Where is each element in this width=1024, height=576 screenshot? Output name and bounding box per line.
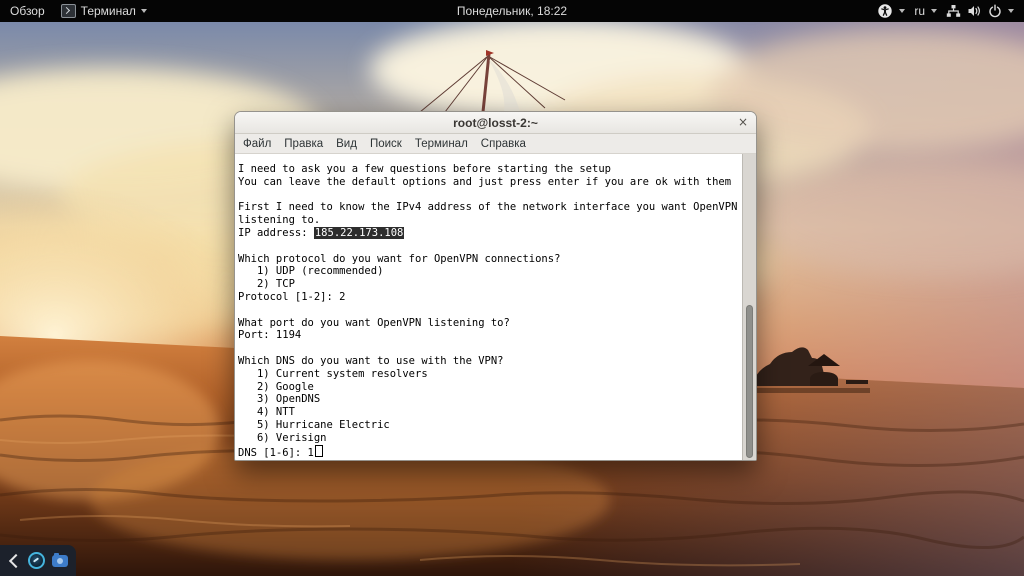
terminal-line: 6) Verisign [238,431,327,444]
selected-text: 185.22.173.108 [313,226,405,239]
menu-item[interactable]: Правка [284,138,323,150]
terminal-line: 5) Hurricane Electric [238,418,390,431]
volume-icon [967,4,982,18]
terminal-content[interactable]: I need to ask you a few questions before… [235,154,742,460]
terminal-line: What port do you want OpenVPN listening … [238,316,510,329]
accessibility-menu-button[interactable] [877,3,906,19]
bottom-dock [0,545,76,576]
power-icon [988,4,1002,18]
terminal-line: Which protocol do you want for OpenVPN c… [238,252,561,265]
terminal-line: Protocol [1-2]: 2 [238,290,346,303]
terminal-line: You can leave the default options and ju… [238,175,732,188]
terminal-line: Which DNS do you want to use with the VP… [238,354,504,367]
terminal-window: root@losst-2:~ × Файл Правка Вид Поиск Терми… [234,111,757,461]
terminal-line: First I need to know the IPv4 address of… [238,201,738,214]
clock-button[interactable]: Понедельник, 18:22 [457,4,567,18]
clock-label: Понедельник, 18:22 [456,4,568,18]
terminal-line: 1) Current system resolvers [238,367,428,380]
system-status-menu[interactable] [946,4,1014,18]
chevron-down-icon [140,9,147,13]
terminal-line: 2) Google [238,380,314,393]
app-menu-button[interactable]: Терминал [60,4,147,18]
terminal-cursor [314,444,323,457]
app-menu-label: Терминал [80,4,136,18]
menu-item[interactable]: Файл [243,138,271,150]
terminal-line: I need to ask you a few questions before… [238,163,611,175]
activities-label: Обзор [10,4,45,18]
menu-item[interactable]: Терминал [415,138,468,150]
terminal-line: 4) NTT [238,406,295,419]
terminal-area: I need to ask you a few questions before… [235,154,756,460]
chevron-down-icon [931,9,937,13]
terminal-line: Port: 1194 [238,329,302,342]
camera-app-icon[interactable] [52,552,68,567]
network-wired-icon [946,4,961,18]
chevron-down-icon [1008,9,1014,13]
keyboard-layout-label: ru [914,4,925,18]
accessibility-icon [877,3,893,19]
terminal-line: 3) OpenDNS [238,393,321,406]
keyboard-layout-button[interactable]: ru [914,4,937,18]
menu-bar: Файл Правка Вид Поиск Терминал Справка [235,134,756,154]
scrollbar[interactable] [742,154,756,460]
menu-item[interactable]: Справка [481,138,526,150]
terminal-line: 1) UDP (recommended) [238,265,384,278]
top-bar: Обзор Терминал Понедельник, 18:22 ru [0,0,1024,22]
terminal-line: DNS [1-6]: 1 [238,444,740,460]
window-title: root@losst-2:~ [453,115,538,130]
window-titlebar[interactable]: root@losst-2:~ × [235,112,756,134]
terminal-line: IP address: 185.22.173.108 [238,226,405,239]
terminal-line: 2) TCP [238,278,295,291]
terminal-line: listening to. [238,214,321,227]
menu-item[interactable]: Вид [336,138,357,150]
scrollbar-thumb[interactable] [746,305,753,458]
close-button[interactable]: × [738,115,748,129]
dock-chevron-icon[interactable] [8,553,24,568]
terminal-app-icon [60,4,76,18]
activities-button[interactable]: Обзор [10,4,45,18]
menu-item[interactable]: Поиск [370,138,402,150]
chevron-down-icon [899,9,906,13]
screenshot-shutter-icon[interactable] [28,552,45,569]
